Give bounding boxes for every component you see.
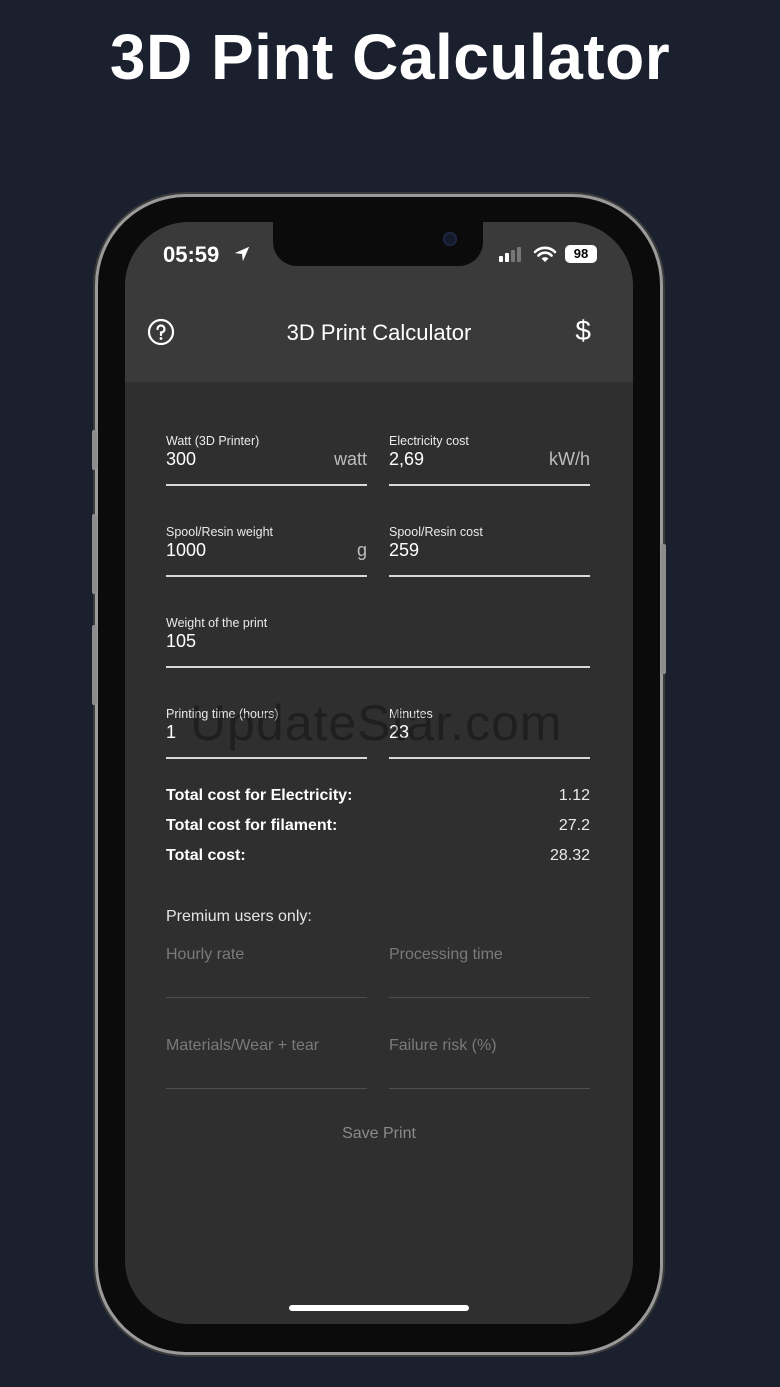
watt-suffix: watt [333,449,367,469]
spool-cost-value[interactable]: 259 [389,540,419,561]
materials-wear-field[interactable]: Materials/Wear + tear [166,1016,367,1089]
filament-total-row: Total cost for filament: 27.2 [166,817,590,839]
hourly-rate-field[interactable]: Hourly rate [166,925,367,998]
spool-weight-label: Spool/Resin weight [166,525,274,539]
electricity-cost-field[interactable]: Electricity cost 2,69 kW/h [389,412,590,486]
volume-down-button [92,625,97,705]
spool-cost-field[interactable]: Spool/Resin cost 259 [389,503,590,577]
watt-field[interactable]: Watt (3D Printer) 300 watt [166,412,367,486]
print-weight-value[interactable]: 105 [166,631,196,652]
print-weight-label: Weight of the print [166,616,268,630]
volume-up-button [92,514,97,594]
spool-weight-field[interactable]: Spool/Resin weight 1000 g [166,503,367,577]
save-print-button[interactable]: Save Print [279,1118,479,1148]
electricity-cost-value[interactable]: 2,69 [389,449,424,470]
processing-time-field[interactable]: Processing time [389,925,590,998]
electricity-total-label: Total cost for Electricity: [166,787,353,804]
home-indicator[interactable] [289,1305,469,1311]
phone-screen: 05:59 98 3D Print Calculator $ Watt (3D … [125,222,633,1324]
hourly-rate-placeholder: Hourly rate [166,946,245,963]
total-cost-value: 28.32 [549,847,590,864]
filament-total-value: 27.2 [558,817,590,834]
watt-value[interactable]: 300 [166,449,196,470]
electricity-cost-label: Electricity cost [389,434,469,448]
total-cost-row: Total cost: 28.32 [166,847,590,869]
watt-label: Watt (3D Printer) [166,434,260,448]
processing-time-placeholder: Processing time [389,946,503,963]
spool-weight-suffix: g [356,540,367,560]
status-time: 05:59 [163,242,220,267]
spool-weight-value[interactable]: 1000 [166,540,206,561]
wifi-icon [533,246,557,262]
failure-risk-field[interactable]: Failure risk (%) [389,1016,590,1089]
headline: 3D Pint Calculator [109,21,671,93]
app-title: 3D Print Calculator [286,320,472,345]
status-icons: 98 [499,244,597,264]
dollar-icon[interactable]: $ [575,315,591,347]
location-arrow-icon [234,246,250,262]
materials-wear-placeholder: Materials/Wear + tear [166,1037,320,1054]
status-bar: 05:59 98 [125,222,633,296]
print-hours-value[interactable]: 1 [166,722,176,743]
print-weight-field[interactable]: Weight of the print 105 [166,594,590,668]
spool-cost-label: Spool/Resin cost [389,525,483,539]
power-button [661,544,666,674]
failure-risk-placeholder: Failure risk (%) [389,1037,497,1054]
watermark: UpdateStar.com [190,695,563,751]
electricity-cost-suffix: kW/h [548,449,590,469]
notch [273,222,483,266]
battery-indicator: 98 [565,245,597,263]
total-cost-label: Total cost: [166,847,246,864]
electricity-total-row: Total cost for Electricity: 1.12 [166,787,590,809]
electricity-total-value: 1.12 [558,787,590,804]
phone-frame: 05:59 98 3D Print Calculator $ Watt (3D … [92,197,666,1352]
mute-switch [92,430,97,470]
premium-heading: Premium users only: [166,908,312,925]
camera [443,232,457,246]
app-bar: 3D Print Calculator $ [125,296,633,382]
filament-total-label: Total cost for filament: [166,817,338,834]
cellular-signal-icon [499,247,521,262]
calculator-form: Watt (3D Printer) 300 watt Electricity c… [125,382,633,1324]
